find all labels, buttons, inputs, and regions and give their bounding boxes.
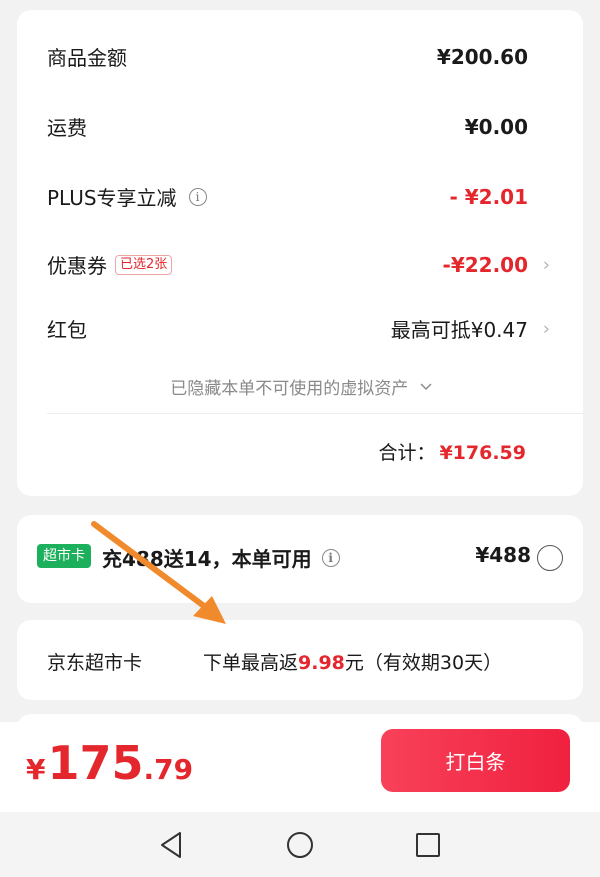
back-icon[interactable]	[158, 830, 184, 864]
promo-text-wrap: 充488送14，本单可用 i	[102, 543, 340, 572]
coupon-value: -¥22.00	[442, 252, 528, 277]
promo-text: 充488送14，本单可用	[102, 547, 312, 571]
final-price: ¥ 175 .79	[26, 736, 193, 790]
order-summary-card: 商品金额 ¥200.60 运费 ¥0.00 PLUS专享立减 i - ¥2.01…	[17, 10, 583, 496]
coupon-label: 优惠券	[47, 254, 107, 278]
checkout-bar: ¥ 175 .79 打白条	[0, 722, 600, 812]
radio-icon[interactable]	[537, 545, 563, 571]
total-value: ¥176.59	[439, 442, 526, 464]
supermarket-badge: 超市卡	[37, 544, 91, 568]
hidden-assets-toggle[interactable]: 已隐藏本单不可使用的虚拟资产	[17, 374, 583, 399]
rebate-suffix: 元（有效期30天）	[344, 652, 503, 674]
red-packet-value: 最高可抵¥0.47	[390, 318, 528, 342]
goods-amount-label: 商品金额	[47, 46, 127, 70]
info-icon[interactable]: i	[321, 548, 340, 567]
supermarket-card-promo[interactable]: 超市卡 充488送14，本单可用 i ¥488	[17, 515, 583, 603]
plus-discount-label: PLUS专享立减	[47, 186, 177, 210]
shipping-row: 运费 ¥0.00	[47, 112, 528, 141]
chevron-right-icon: ›	[542, 254, 550, 275]
total-label: 合计：	[378, 442, 436, 464]
recents-icon[interactable]	[414, 830, 442, 864]
divider	[47, 413, 583, 414]
rebate-amount: 9.98	[298, 652, 345, 674]
price-currency: ¥	[26, 753, 46, 786]
chevron-down-icon	[420, 376, 432, 391]
hidden-assets-text: 已隐藏本单不可使用的虚拟资产	[170, 379, 409, 399]
total-row: 合计： ¥176.59	[378, 438, 526, 465]
goods-amount-value: ¥200.60	[436, 44, 528, 69]
plus-discount-row: PLUS专享立减 i - ¥2.01	[47, 182, 528, 211]
info-icon[interactable]: i	[188, 187, 207, 206]
shipping-label: 运费	[47, 116, 87, 140]
plus-discount-value: - ¥2.01	[449, 184, 528, 209]
system-nav-bar	[0, 812, 600, 877]
chevron-right-icon: ›	[542, 318, 550, 339]
promo-price: ¥488	[475, 543, 531, 567]
pay-baitiao-button[interactable]: 打白条	[381, 729, 570, 792]
price-decimal: .79	[143, 753, 194, 786]
red-packet-row[interactable]: 红包 最高可抵¥0.47 ›	[47, 314, 550, 343]
home-icon[interactable]	[285, 830, 315, 864]
rebate-card: 京东超市卡 下单最高返9.98元（有效期30天）	[17, 620, 583, 700]
coupon-selected-badge: 已选2张	[115, 254, 173, 275]
rebate-label: 京东超市卡	[47, 652, 143, 674]
goods-amount-row: 商品金额 ¥200.60	[47, 42, 528, 71]
shipping-value: ¥0.00	[464, 114, 528, 139]
coupon-row[interactable]: 优惠券 已选2张 -¥22.00 ›	[47, 250, 550, 279]
price-integer: 175	[47, 736, 144, 790]
rebate-prefix: 下单最高返	[203, 652, 299, 674]
rebate-text: 下单最高返9.98元（有效期30天）	[203, 648, 502, 675]
red-packet-label: 红包	[47, 318, 87, 342]
